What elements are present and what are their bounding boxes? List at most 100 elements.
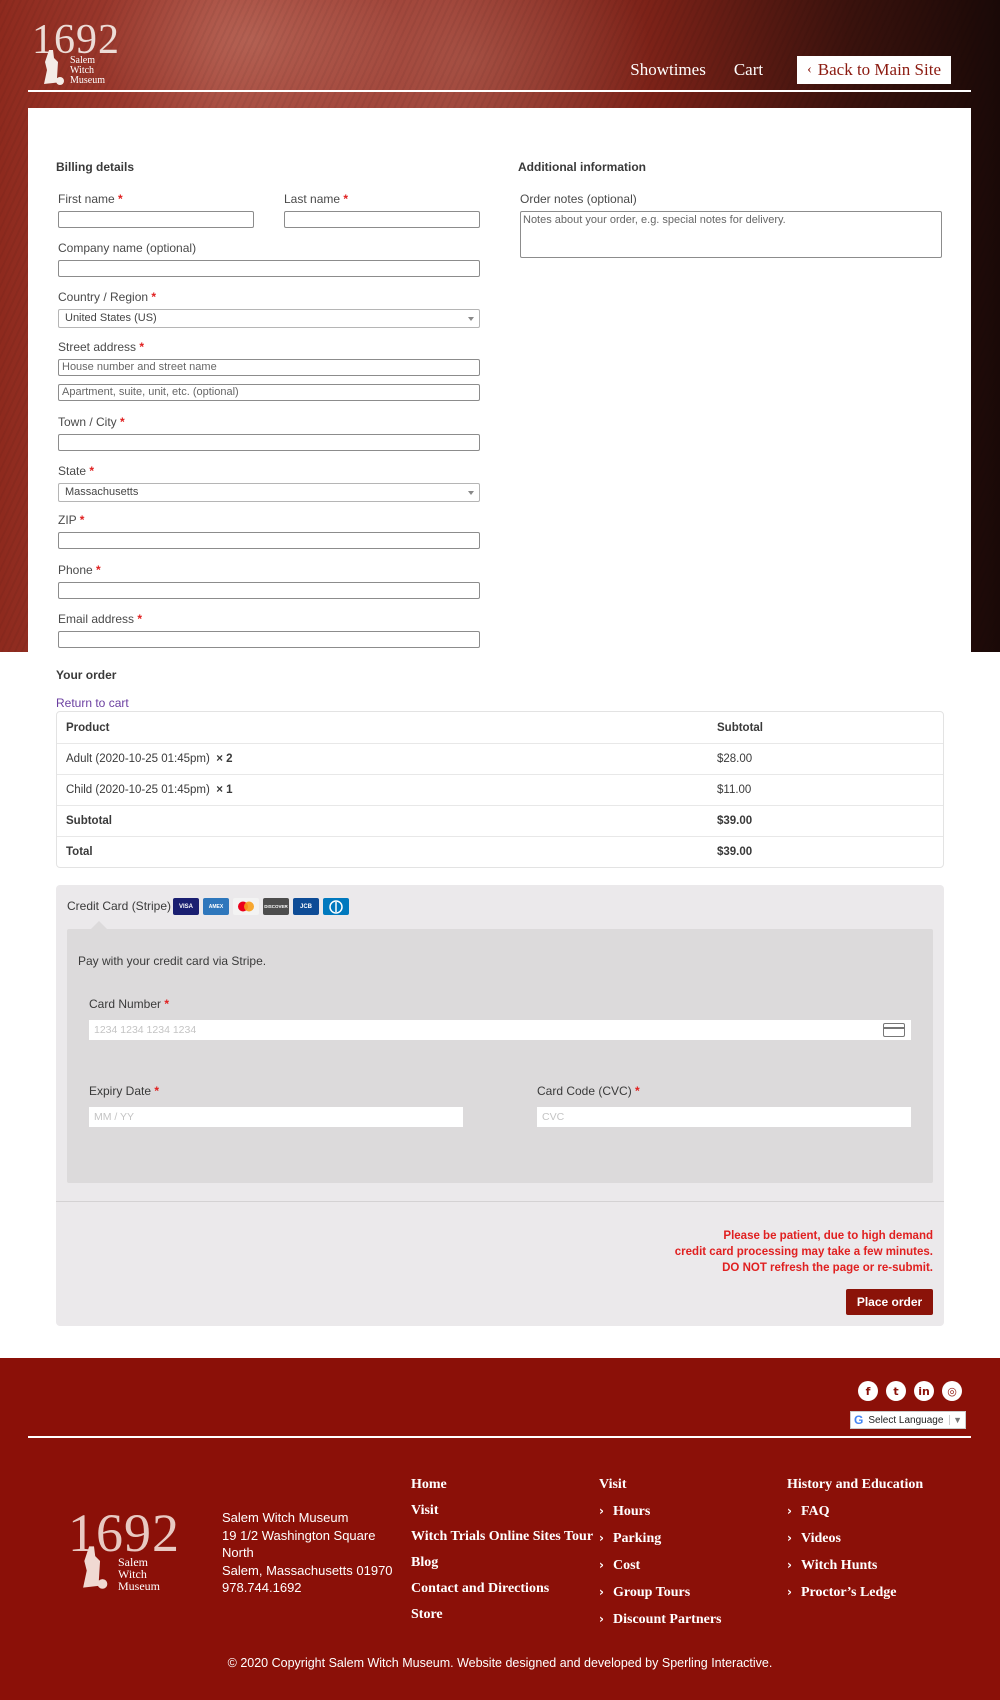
chevron-right-icon: › xyxy=(599,1558,604,1572)
last-name-input[interactable] xyxy=(284,211,480,228)
visa-icon: VISA xyxy=(173,898,199,915)
footer-link-hours[interactable]: › Hours xyxy=(599,1498,722,1525)
linkedin-icon[interactable]: in xyxy=(914,1381,934,1401)
footer-link-home[interactable]: Home xyxy=(411,1472,593,1498)
state-field: State * Massachusetts xyxy=(58,464,480,502)
street2-input[interactable]: Apartment, suite, unit, etc. (optional) xyxy=(58,384,480,401)
diners-icon xyxy=(323,898,349,915)
footer-col-visit: Visit › Hours › Parking › Cost › Group Tours… xyxy=(599,1472,722,1633)
payment-section: Credit Card (Stripe) VISA AMEX DISCOVER … xyxy=(56,885,944,1326)
footer-link-blog[interactable]: Blog xyxy=(411,1550,593,1576)
nav-cart[interactable]: Cart xyxy=(734,60,763,80)
footer-col-history: History and Education › FAQ › Videos › Witc… xyxy=(787,1472,923,1606)
card-number-input[interactable]: 1234 1234 1234 1234 xyxy=(89,1020,911,1040)
site-footer: f t in ◎ G Select Language ▼ 1692 Salem … xyxy=(0,1358,1000,1700)
language-selector[interactable]: G Select Language ▼ xyxy=(850,1411,966,1429)
country-label: Country / Region * xyxy=(58,290,157,304)
jcb-icon: JCB xyxy=(293,898,319,915)
first-name-input[interactable] xyxy=(58,211,254,228)
country-field: Country / Region * United States (US) xyxy=(58,290,480,328)
cvc-label: Card Code (CVC) * xyxy=(537,1084,640,1098)
email-field: Email address * xyxy=(58,612,480,648)
chevron-right-icon: › xyxy=(599,1504,604,1518)
cvc-input[interactable]: CVC xyxy=(537,1107,911,1127)
logo-name: Salem Witch Museum xyxy=(118,1556,160,1592)
total-value: $39.00 xyxy=(717,846,753,858)
state-value: Massachusetts xyxy=(65,486,139,498)
stripe-payment-box: Pay with your credit card via Stripe. Ca… xyxy=(67,921,933,1183)
logo-name: Salem Witch Museum xyxy=(70,56,105,86)
city-label: Town / City * xyxy=(58,415,125,429)
card-number-placeholder: 1234 1234 1234 1234 xyxy=(94,1024,197,1036)
nav-showtimes[interactable]: Showtimes xyxy=(630,60,706,80)
email-input[interactable] xyxy=(58,631,480,648)
site-header: 1692 Salem Witch Museum Showtimes Cart ‹… xyxy=(28,0,971,92)
email-label: Email address * xyxy=(58,612,143,626)
footer-logo[interactable]: 1692 Salem Witch Museum xyxy=(68,1502,179,1592)
expiry-input[interactable]: MM / YY xyxy=(89,1107,463,1127)
address-line: North xyxy=(222,1545,254,1560)
address-line: Salem, Massachusetts 01970 xyxy=(222,1562,393,1578)
footer-link-parking[interactable]: › Parking xyxy=(599,1525,722,1552)
footer-link-group-tours[interactable]: › Group Tours xyxy=(599,1579,722,1606)
zip-input[interactable] xyxy=(58,532,480,549)
site-logo[interactable]: 1692 Salem Witch Museum xyxy=(32,16,122,88)
logo-line-museum: Museum xyxy=(118,1579,160,1593)
country-select[interactable]: United States (US) xyxy=(58,309,480,328)
footer-col-visit-title[interactable]: Visit xyxy=(599,1472,722,1498)
logo-line-museum: Museum xyxy=(70,75,105,86)
first-name-field: First name * xyxy=(58,192,254,228)
return-to-cart-link[interactable]: Return to cart xyxy=(56,696,129,710)
footer-link-visit[interactable]: Visit xyxy=(411,1498,593,1524)
company-label: Company name (optional) xyxy=(58,241,197,255)
company-input[interactable] xyxy=(58,260,480,277)
payment-divider xyxy=(56,1201,944,1202)
product-cell: Child (2020-10-25 01:45pm) × 1 xyxy=(66,784,233,796)
chevron-right-icon: › xyxy=(787,1585,792,1599)
phone-number[interactable]: 978.744.1692 xyxy=(222,1579,393,1597)
google-icon: G xyxy=(854,1413,864,1427)
footer-link-contact[interactable]: Contact and Directions xyxy=(411,1576,593,1602)
chevron-right-icon: › xyxy=(787,1558,792,1572)
order-notes-textarea[interactable]: Notes about your order, e.g. special not… xyxy=(520,211,942,258)
footer-link-cost[interactable]: › Cost xyxy=(599,1552,722,1579)
footer-col-history-title[interactable]: History and Education xyxy=(787,1472,923,1498)
witch-figure-icon xyxy=(83,1546,108,1589)
city-input[interactable] xyxy=(58,434,480,451)
discover-icon: DISCOVER xyxy=(263,898,289,915)
footer-col-main: Home Visit Witch Trials Online Sites Tou… xyxy=(411,1472,593,1628)
street-input[interactable]: House number and street name xyxy=(58,359,480,376)
instagram-icon[interactable]: ◎ xyxy=(942,1381,962,1401)
footer-link-store[interactable]: Store xyxy=(411,1602,593,1628)
footer-link-faq[interactable]: › FAQ xyxy=(787,1498,923,1525)
payment-method-label[interactable]: Credit Card (Stripe) xyxy=(67,899,171,913)
credit-card-icon xyxy=(883,1023,905,1037)
museum-address: Salem Witch Museum 19 1/2 Washington Squ… xyxy=(222,1509,393,1597)
top-nav: Showtimes Cart ‹ Back to Main Site xyxy=(630,56,951,84)
order-notes-label: Order notes (optional) xyxy=(520,192,637,206)
footer-link-sites-tour[interactable]: Witch Trials Online Sites Tour xyxy=(411,1524,593,1550)
warning-line: Please be patient, due to high demand xyxy=(723,1230,933,1242)
chevron-right-icon: › xyxy=(787,1531,792,1545)
phone-input[interactable] xyxy=(58,582,480,599)
street-label: Street address * xyxy=(58,340,145,354)
footer-link-videos[interactable]: › Videos xyxy=(787,1525,923,1552)
back-to-main-site-label: Back to Main Site xyxy=(817,60,941,79)
footer-link-proctors-ledge[interactable]: › Proctor’s Ledge xyxy=(787,1579,923,1606)
state-select[interactable]: Massachusetts xyxy=(58,483,480,502)
subtotal-value: $39.00 xyxy=(717,815,753,827)
your-order-title: Your order xyxy=(56,668,117,682)
footer-link-witch-hunts[interactable]: › Witch Hunts xyxy=(787,1552,923,1579)
phone-label: Phone * xyxy=(58,563,101,577)
warning-line: DO NOT refresh the page or re-submit. xyxy=(722,1262,933,1274)
mastercard-icon xyxy=(233,898,259,915)
place-order-button[interactable]: Place order xyxy=(846,1289,933,1315)
back-to-main-site-button[interactable]: ‹ Back to Main Site xyxy=(797,56,951,84)
address-line: Salem Witch Museum xyxy=(222,1510,349,1525)
phone-field: Phone * xyxy=(58,563,480,599)
facebook-icon[interactable]: f xyxy=(858,1381,878,1401)
footer-link-discount-partners[interactable]: › Discount Partners xyxy=(599,1606,722,1633)
address-line: 19 1/2 Washington Square xyxy=(222,1527,376,1543)
billing-details: Billing details xyxy=(56,160,480,194)
twitter-icon[interactable]: t xyxy=(886,1381,906,1401)
